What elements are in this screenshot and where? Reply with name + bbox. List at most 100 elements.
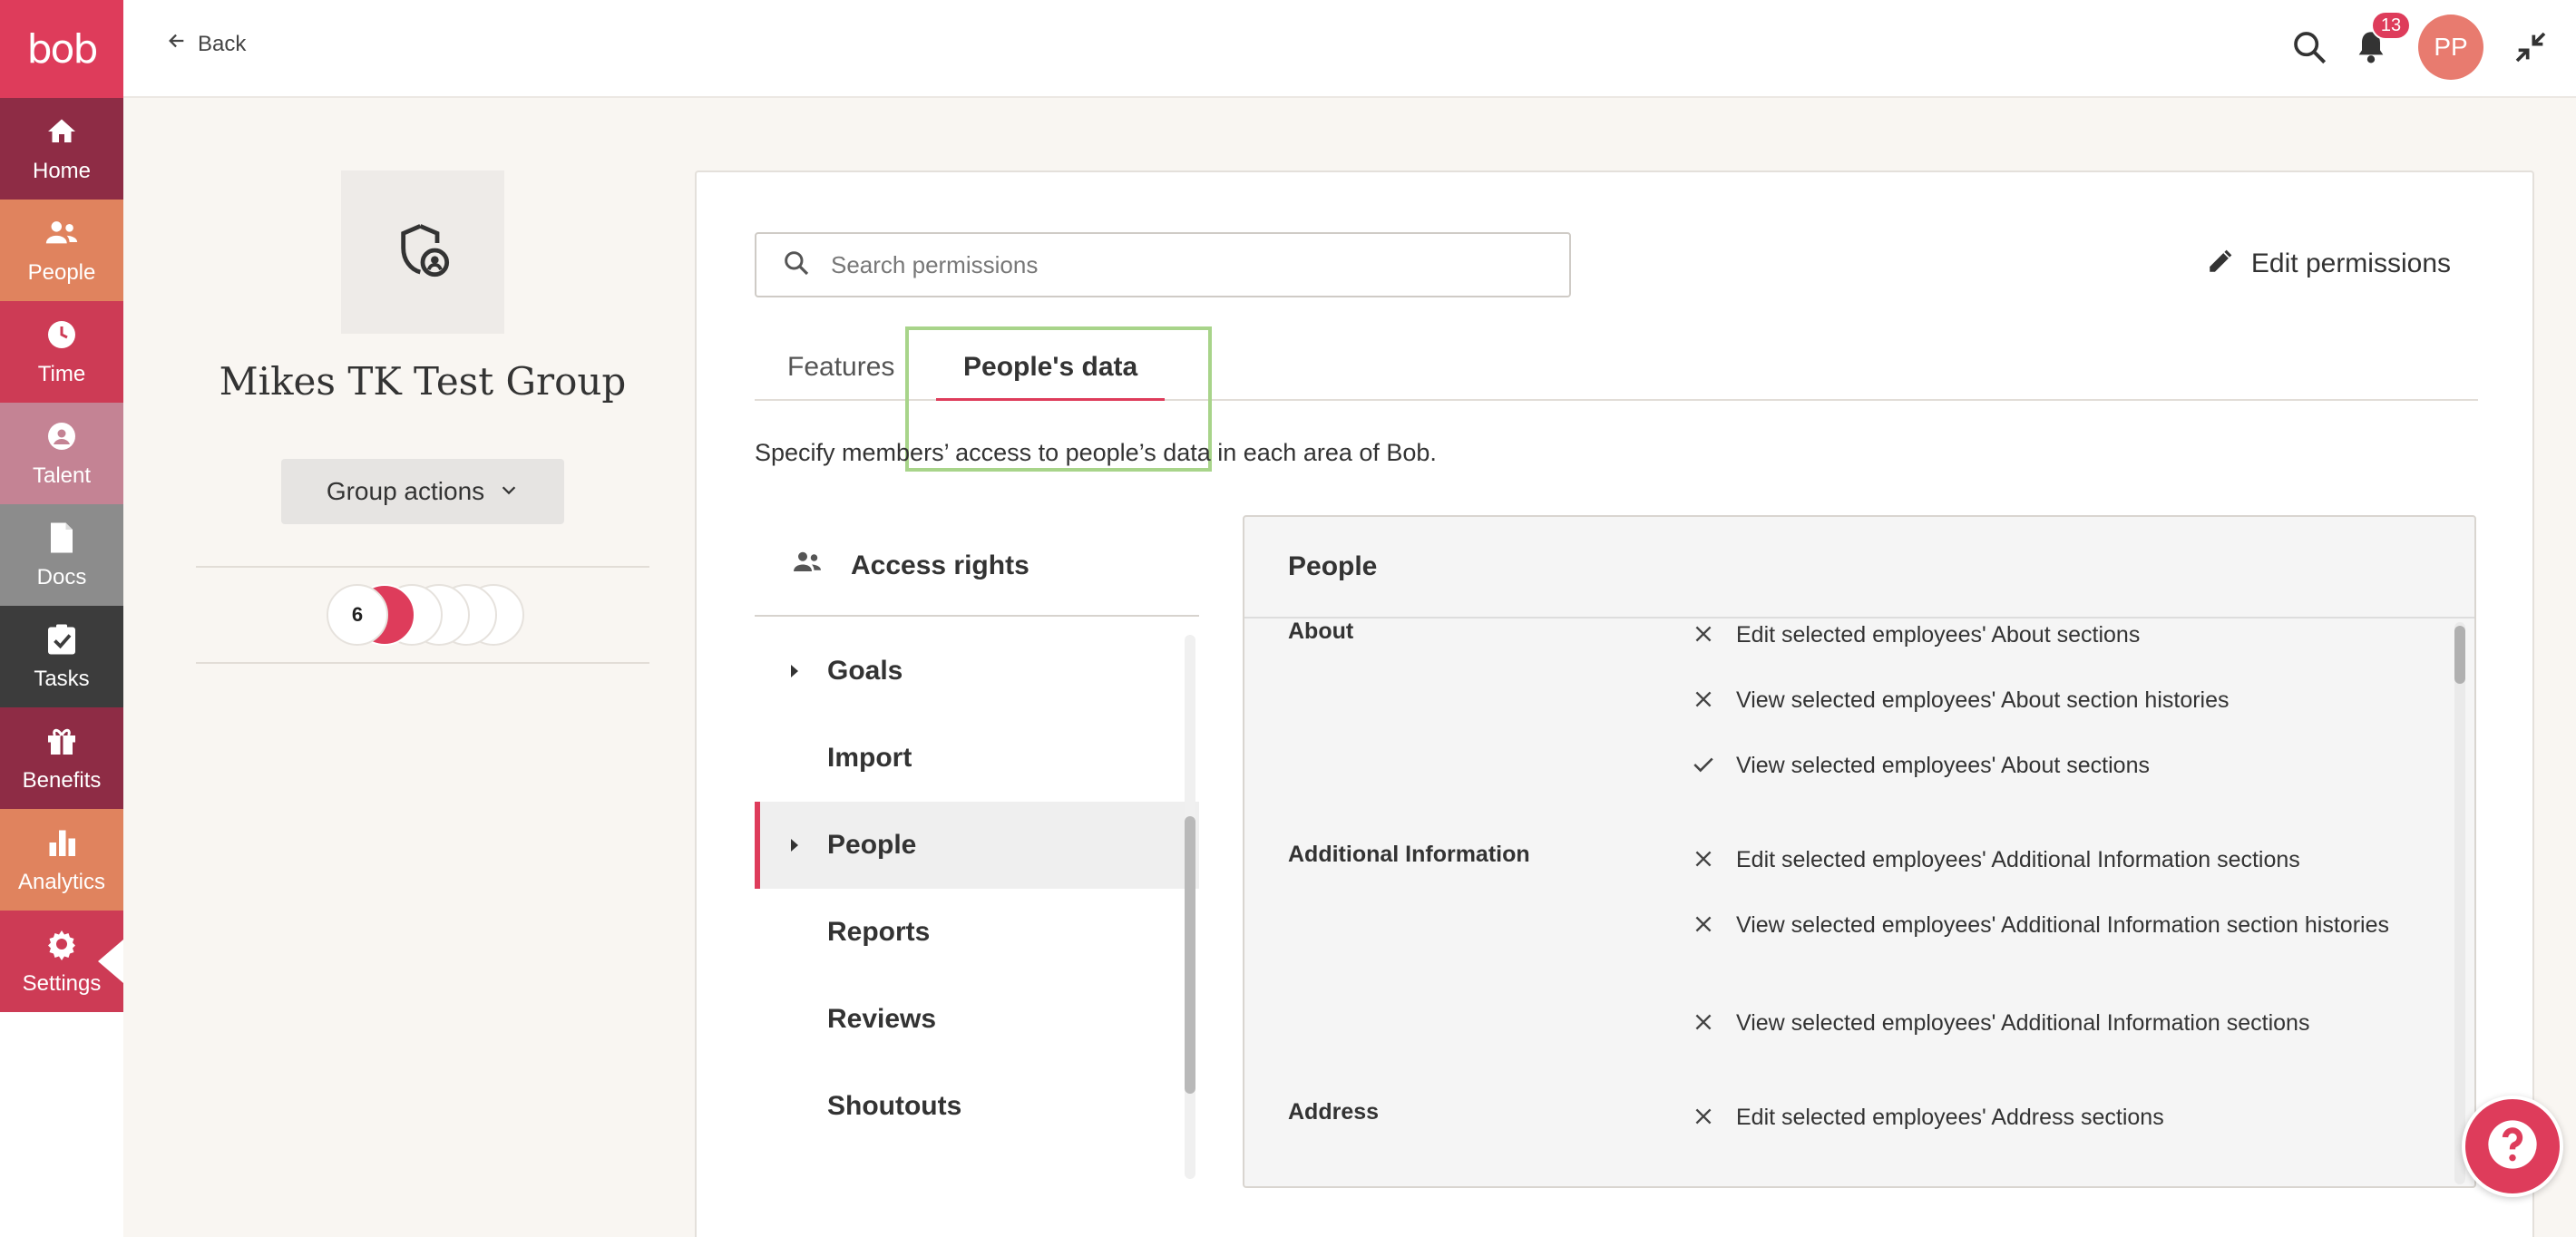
divider: [196, 566, 649, 568]
category-label: Import: [827, 743, 912, 773]
home-icon: [44, 113, 80, 150]
permission-item: View selected employees' About section h…: [1689, 684, 2415, 716]
category-item-reviews[interactable]: Reviews: [755, 976, 1199, 1063]
nav-item-label: Tasks: [34, 667, 90, 691]
back-button[interactable]: Back: [167, 31, 246, 57]
group-actions-button[interactable]: Group actions: [281, 459, 564, 524]
x-icon: [1689, 843, 1718, 876]
nav-item-home[interactable]: Home: [0, 98, 123, 200]
tab-peoples-data[interactable]: People's data: [935, 350, 1166, 401]
tab-features[interactable]: Features: [787, 350, 894, 401]
nav-item-label: Settings: [22, 971, 102, 996]
category-label: Shoutouts: [827, 1091, 962, 1121]
permission-text: View selected employees' About section h…: [1736, 687, 2230, 713]
nav-item-label: Benefits: [22, 768, 102, 793]
edit-permissions-label: Edit permissions: [2250, 248, 2451, 278]
back-label: Back: [198, 31, 247, 56]
search-input[interactable]: [831, 250, 1538, 279]
tasks-icon: [44, 621, 80, 657]
x-icon: [1689, 684, 1718, 716]
nav-item-people[interactable]: People: [0, 200, 123, 301]
category-label: Goals: [827, 656, 903, 686]
permission-item: View selected employees' Additional Info…: [1689, 909, 2415, 941]
tab-description: Specify members’ access to people’s data…: [755, 439, 1437, 466]
nav-item-label: Analytics: [17, 870, 106, 894]
nav-item-docs[interactable]: Docs: [0, 504, 123, 606]
nav-item-settings[interactable]: Settings: [0, 911, 123, 1012]
scrollbar-thumb[interactable]: [1185, 816, 1195, 1094]
permission-text: Edit selected employees' About sections: [1736, 622, 2141, 648]
check-icon: [1689, 749, 1718, 782]
detail-title: People: [1244, 517, 2474, 618]
pencil-icon: [2206, 245, 2237, 283]
search-icon: [2291, 29, 2327, 70]
people-icon: [44, 215, 80, 251]
collapse-icon: [2513, 29, 2549, 70]
arrow-left-icon: [167, 31, 187, 57]
nav-item-tasks[interactable]: Tasks: [0, 606, 123, 707]
permission-text: Edit selected employees' Additional Info…: [1736, 847, 2300, 872]
member-count: 6: [327, 584, 388, 646]
doc-icon: [44, 520, 80, 556]
question-icon: [2483, 1115, 2542, 1178]
avatar[interactable]: PP: [2418, 15, 2483, 80]
category-label: Reviews: [827, 1004, 937, 1034]
scrollbar-thumb[interactable]: [2454, 626, 2465, 684]
x-icon: [1689, 909, 1718, 941]
nav-item-benefits[interactable]: Benefits: [0, 707, 123, 809]
edit-permissions-button[interactable]: Edit permissions: [2206, 245, 2451, 283]
detail-scrollbar[interactable]: [2454, 622, 2465, 1184]
permission-text: View selected employees' Additional Info…: [1736, 1010, 2310, 1036]
nav-item-talent[interactable]: Talent: [0, 403, 123, 504]
group-icon-box: [341, 170, 504, 334]
access-rights-label: Access rights: [851, 550, 1029, 580]
permission-text: Edit selected employees' Address section…: [1736, 1105, 2164, 1130]
permission-detail-panel: People About Edit selected employees' Ab…: [1243, 515, 2476, 1188]
nav-item-analytics[interactable]: Analytics: [0, 809, 123, 911]
bob-logo[interactable]: bob: [0, 0, 123, 98]
nav-item-label: Time: [37, 362, 86, 386]
permission-item: Edit selected employees' Additional Info…: [1689, 843, 2415, 876]
category-item-shoutouts[interactable]: Shoutouts: [755, 1063, 1199, 1150]
search-icon: [782, 248, 811, 282]
x-icon: [1689, 1101, 1718, 1134]
permission-item: View selected employees' Additional Info…: [1689, 1007, 2415, 1039]
member-avatars[interactable]: 6: [327, 584, 526, 646]
collapse-button[interactable]: [2507, 25, 2554, 73]
x-icon: [1689, 1007, 1718, 1039]
permission-item: Edit selected employees' About sections: [1689, 618, 2415, 651]
permissions-tabs: Features People's data: [755, 350, 2478, 401]
permission-text: View selected employees' About sections: [1736, 753, 2150, 778]
category-label: People: [827, 830, 917, 860]
nav-item-time[interactable]: Time: [0, 301, 123, 403]
nav-item-label: People: [27, 260, 96, 285]
main-nav-rail: bob Home People Time Talent Docs Tasks B…: [0, 0, 123, 1237]
x-icon: [1689, 618, 1718, 651]
category-item-people[interactable]: People: [755, 802, 1199, 889]
category-item-reports[interactable]: Reports: [755, 889, 1199, 976]
access-rights-header: Access rights: [755, 517, 1199, 617]
detail-body: About Edit selected employees' About sec…: [1244, 618, 2474, 1186]
bar-chart-icon: [44, 824, 80, 861]
search-button[interactable]: [2286, 25, 2333, 73]
notification-badge: 13: [2371, 11, 2411, 40]
category-item-import[interactable]: Import: [755, 715, 1199, 802]
section-title-address: Address: [1288, 1099, 1380, 1125]
help-button[interactable]: [2462, 1096, 2563, 1197]
section-title-about: About: [1288, 618, 1354, 644]
nav-item-label: Talent: [32, 463, 92, 488]
talent-icon: [44, 418, 80, 454]
shield-user-icon: [394, 221, 452, 284]
group-actions-label: Group actions: [326, 477, 485, 505]
divider: [196, 662, 649, 664]
search-field[interactable]: [755, 232, 1571, 297]
category-item-goals[interactable]: Goals: [755, 628, 1199, 715]
chevron-down-icon: [499, 477, 519, 506]
nav-item-label: Docs: [36, 565, 87, 589]
category-list: Goals Import People Reports Reviews Shou…: [755, 628, 1199, 1172]
category-label: Reports: [827, 917, 931, 947]
category-scrollbar[interactable]: [1185, 635, 1195, 1179]
group-title: Mikes TK Test Group: [219, 359, 627, 404]
nav-item-label: Home: [32, 159, 92, 183]
caret-right-icon: [791, 839, 798, 852]
